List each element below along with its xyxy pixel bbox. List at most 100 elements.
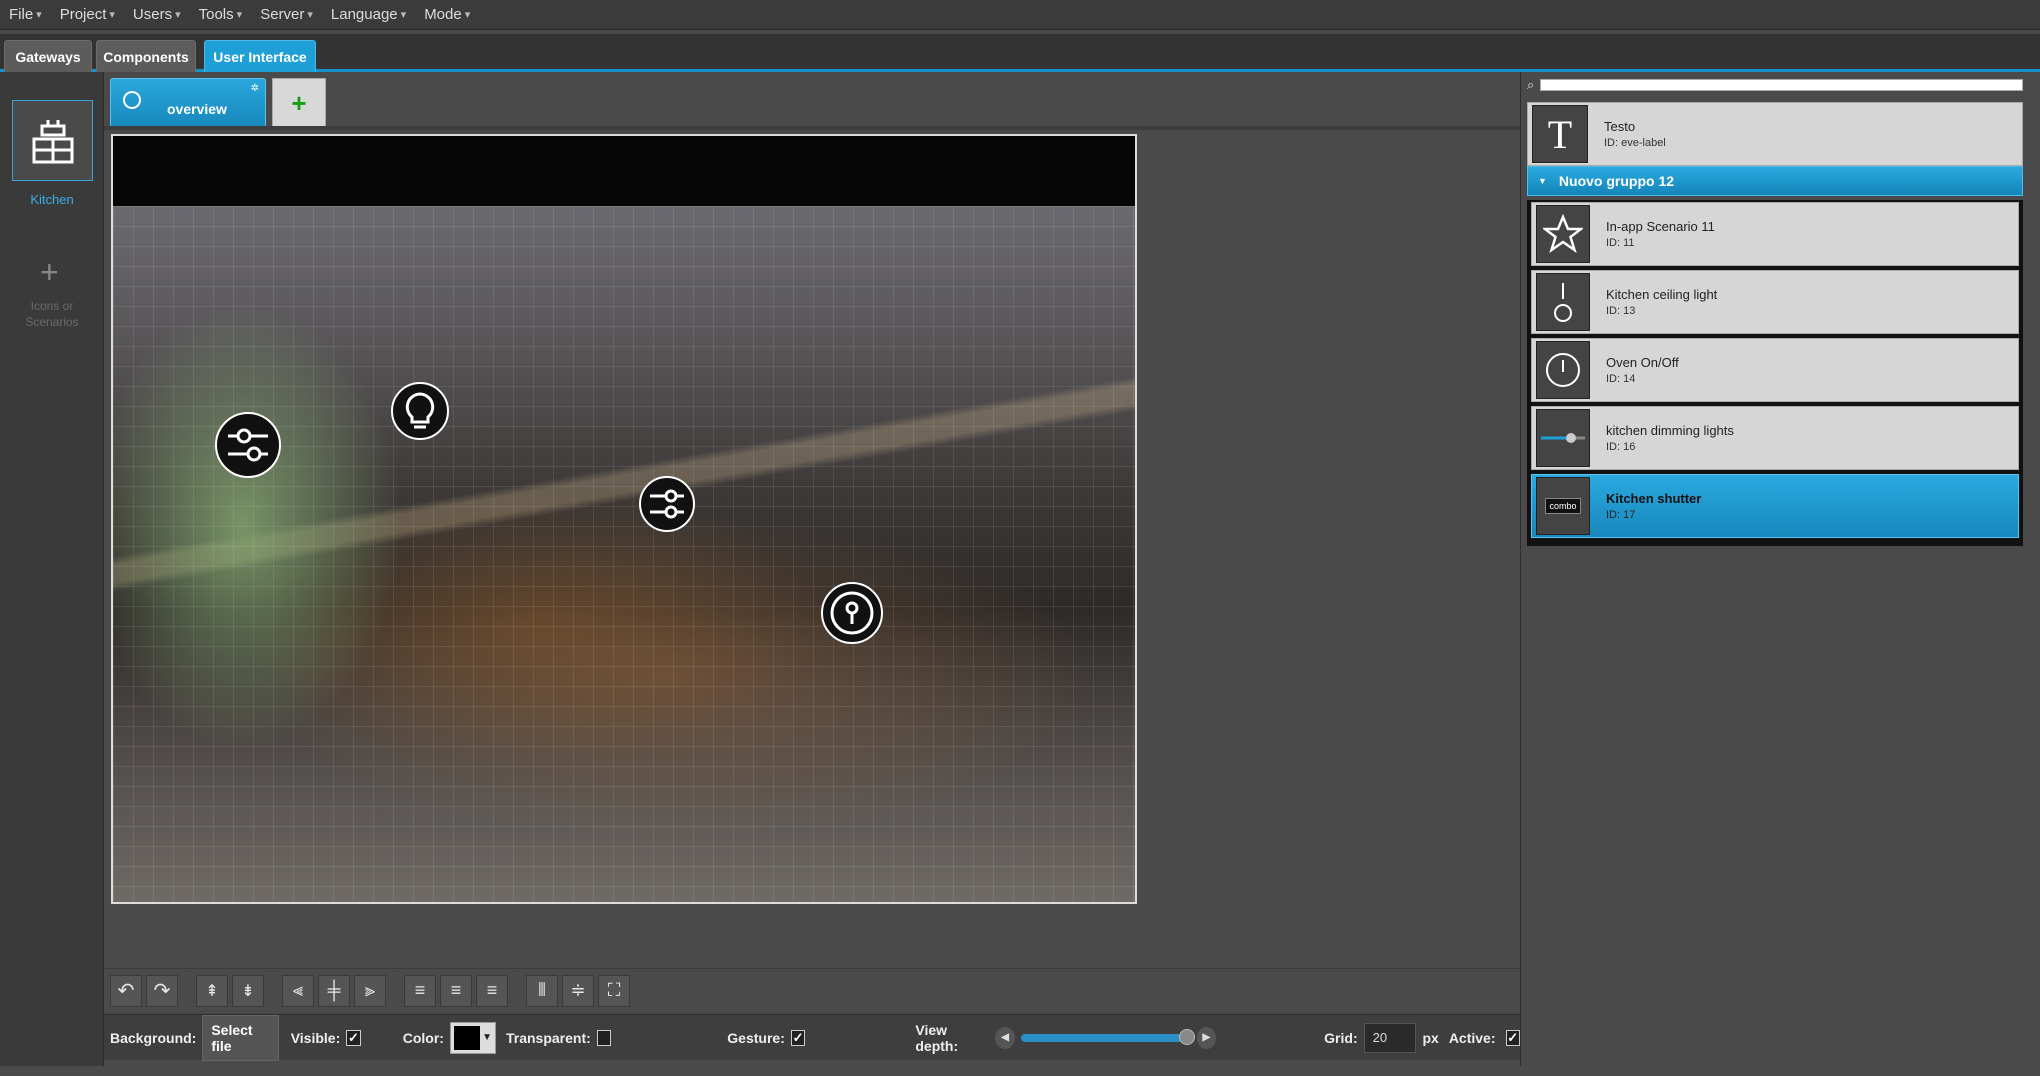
align-bottom-button[interactable]: ≡ [476, 974, 508, 1007]
undo-button[interactable]: ↶ [110, 974, 142, 1007]
view-depth-decrease-button[interactable]: ◀ [995, 1026, 1015, 1049]
menu-bar: File ▾ Project ▾ Users ▾ Tools ▾ Server ▾ Lan… [0, 0, 2040, 30]
design-canvas[interactable] [111, 134, 1137, 904]
group-name: Nuovo gruppo 12 [1558, 173, 1675, 189]
library-item-scenario-11[interactable]: In-app Scenario 11 ID: 11 [1531, 202, 2019, 266]
library-item-oven-on-off[interactable]: Oven On/Off ID: 14 [1531, 338, 2019, 402]
transparent-label: Transparent: [505, 1029, 591, 1046]
kitchen-background-image [113, 206, 1135, 902]
room-tile-kitchen[interactable] [12, 100, 93, 181]
components-library-panel: ⌕ T Testo ID: eve-label ▼ Nuovo gruppo 1… [1520, 72, 2026, 1066]
slider-handle[interactable] [1178, 1028, 1195, 1045]
library-item-id: ID: 14 [1606, 373, 1636, 385]
fit-to-screen-button[interactable]: ⛶ [598, 974, 630, 1007]
sliders-widget-icon[interactable] [639, 476, 695, 532]
power-icon [1536, 341, 1590, 399]
kitchen-stove-icon [32, 119, 73, 163]
gesture-label: Gesture: [727, 1029, 785, 1046]
combo-box-preview: combo [1545, 498, 1581, 514]
align-bottom-icon: ≡ [486, 980, 498, 1000]
active-checkbox[interactable]: ✓ [1505, 1029, 1520, 1046]
view-depth-label: View depth: [915, 1021, 959, 1054]
menu-server[interactable]: Server ▾ [251, 0, 322, 30]
menu-language[interactable]: Language ▾ [322, 0, 415, 30]
menu-mode[interactable]: Mode ▾ [415, 0, 479, 30]
send-backward-icon: ⇟ [241, 982, 255, 1000]
chevron-down-icon: ▾ [175, 9, 181, 21]
library-item-id: ID: 13 [1606, 305, 1636, 317]
library-item-kitchen-shutter[interactable]: combo Kitchen shutter ID: 17 [1531, 474, 2019, 538]
text-label-icon: T [1532, 105, 1588, 163]
bring-forward-icon: ⇞ [205, 982, 219, 1000]
text-glyph: T [1547, 111, 1573, 157]
tab-user-interface[interactable]: User Interface [204, 40, 316, 72]
chevron-down-icon: ▾ [464, 9, 471, 21]
align-center-button[interactable]: ╪ [318, 974, 350, 1007]
menu-project[interactable]: Project ▾ [51, 0, 124, 30]
add-icons-label[interactable]: Icons or Scenarios [8, 298, 96, 330]
distribute-vertical-icon: ≑ [570, 980, 586, 1000]
active-label: Active: [1448, 1029, 1496, 1046]
align-top-button[interactable]: ≡ [404, 974, 436, 1007]
library-item-testo[interactable]: T Testo ID: eve-label [1527, 102, 2023, 166]
menu-tools-label: Tools [198, 6, 234, 23]
distribute-horizontal-icon: ⫴ [538, 980, 546, 1000]
library-item-name: Kitchen shutter [1606, 491, 1702, 506]
align-right-button[interactable]: ⫸ [354, 974, 386, 1007]
chevron-down-icon: ▾ [36, 9, 42, 21]
tab-overview[interactable]: overview ✲ [110, 78, 266, 128]
align-left-button[interactable]: ⫷ [282, 974, 314, 1007]
align-middle-icon: ≡ [450, 980, 462, 1000]
transparent-checkbox[interactable] [596, 1029, 612, 1046]
gear-icon[interactable]: ✲ [251, 83, 259, 94]
menu-server-label: Server [260, 6, 305, 23]
menu-project-label: Project [59, 6, 107, 23]
align-right-icon: ⫸ [364, 980, 376, 1000]
view-depth-increase-button[interactable]: ▶ [1196, 1026, 1217, 1049]
library-item-id: ID: 16 [1606, 441, 1636, 453]
menu-users-label: Users [132, 6, 173, 23]
color-picker[interactable]: ▼ [449, 1021, 496, 1054]
tab-gateways[interactable]: Gateways [4, 40, 92, 72]
view-depth-slider[interactable] [1020, 1028, 1195, 1045]
bring-forward-button[interactable]: ⇞ [196, 974, 228, 1007]
align-top-icon: ≡ [414, 980, 426, 1000]
background-label: Background: [110, 1029, 197, 1046]
gesture-checkbox[interactable]: ✓ [790, 1029, 806, 1046]
menu-language-label: Language [330, 6, 398, 23]
menu-file[interactable]: File ▾ [0, 0, 51, 30]
rooms-sidebar: Kitchen + Icons or Scenarios [0, 72, 104, 1066]
distribute-vertical-button[interactable]: ≑ [562, 974, 594, 1007]
menu-mode-label: Mode [424, 6, 462, 23]
sliders-widget-icon[interactable] [215, 412, 281, 478]
library-item-id: ID: 11 [1606, 237, 1635, 249]
select-file-button[interactable]: Select file [202, 1014, 279, 1061]
keyhole-widget-icon[interactable] [821, 582, 883, 644]
chevron-down-icon: ▾ [109, 9, 115, 21]
distribute-horizontal-button[interactable]: ⫴ [526, 974, 558, 1007]
grid-unit-label: px [1422, 1029, 1439, 1046]
dimmer-icon [1536, 409, 1590, 467]
collapse-triangle-icon[interactable]: ▼ [1538, 176, 1547, 186]
library-item-kitchen-dimming-lights[interactable]: kitchen dimming lights ID: 16 [1531, 406, 2019, 470]
chevron-down-icon: ▾ [236, 9, 243, 21]
grid-size-input[interactable]: 20 [1363, 1022, 1417, 1053]
redo-button[interactable]: ↷ [146, 974, 178, 1007]
library-item-id: ID: eve-label [1604, 137, 1666, 149]
search-input[interactable] [1540, 79, 2023, 91]
align-middle-button[interactable]: ≡ [440, 974, 472, 1007]
menu-tools[interactable]: Tools ▾ [190, 0, 252, 30]
visible-checkbox[interactable]: ✓ [346, 1029, 361, 1046]
tab-components[interactable]: Components [96, 40, 196, 72]
group-header[interactable]: ▼ Nuovo gruppo 12 [1527, 166, 2023, 196]
fit-screen-icon: ⛶ [607, 980, 621, 1000]
align-left-icon: ⫷ [292, 980, 304, 1000]
color-label: Color: [402, 1029, 444, 1046]
room-label-kitchen[interactable]: Kitchen [0, 192, 104, 207]
menu-users[interactable]: Users ▾ [124, 0, 190, 30]
library-item-kitchen-ceiling-light[interactable]: Kitchen ceiling light ID: 13 [1531, 270, 2019, 334]
send-backward-button[interactable]: ⇟ [232, 974, 264, 1007]
bulb-widget-icon[interactable] [391, 382, 449, 440]
add-page-button[interactable]: + [272, 78, 326, 128]
add-icon[interactable]: + [40, 254, 59, 291]
